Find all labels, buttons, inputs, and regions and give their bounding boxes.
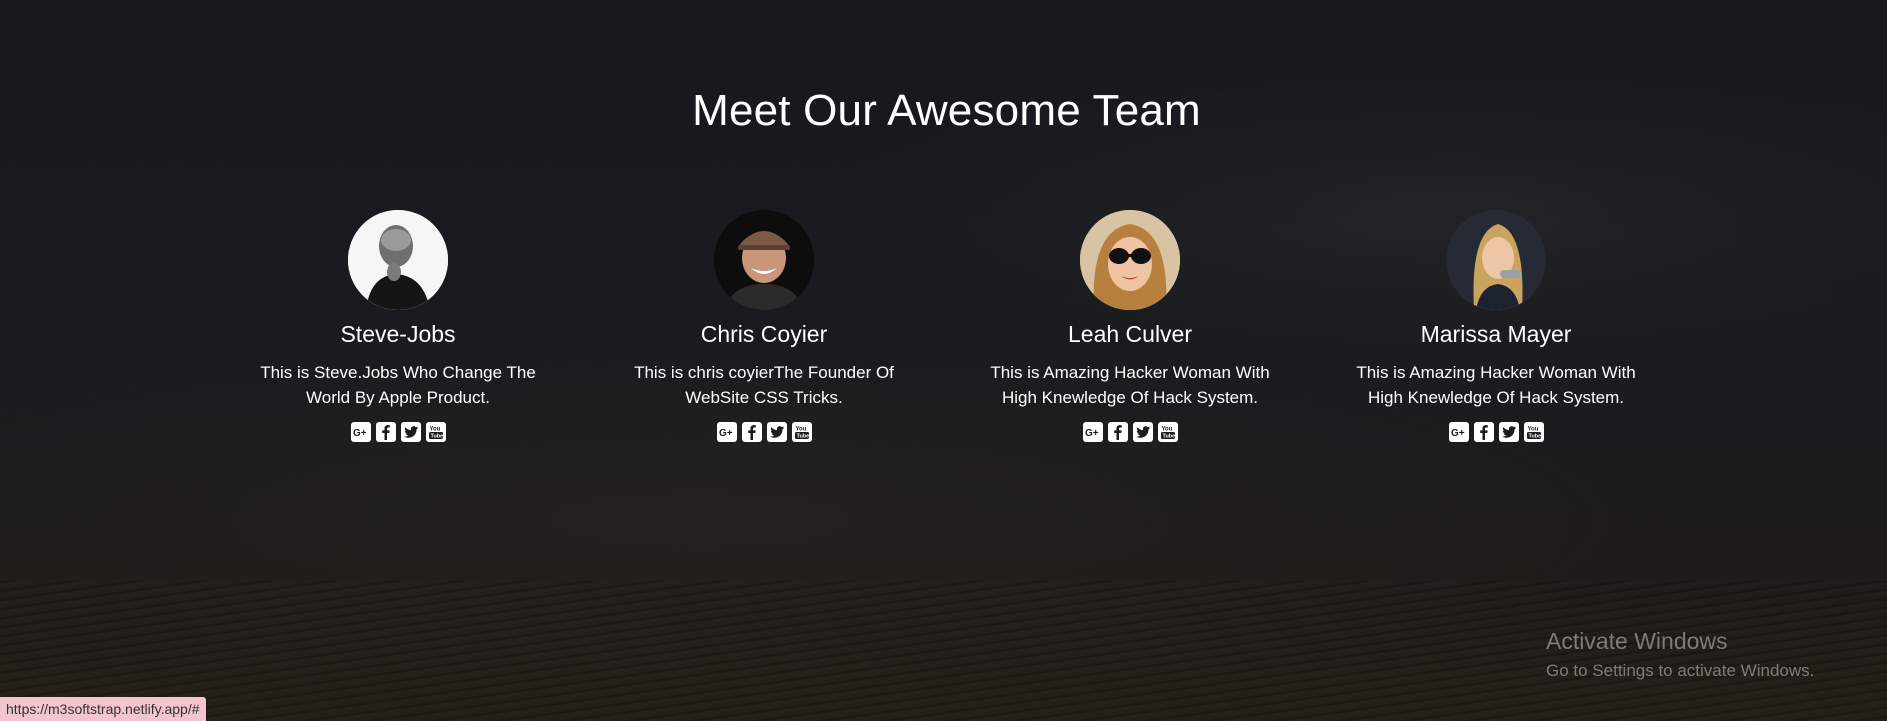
- member-description: This is chris coyierThe Founder Of WebSi…: [634, 363, 894, 407]
- team-card-steve-jobs: Steve-Jobs This is Steve.Jobs Who Change…: [238, 210, 558, 442]
- svg-text:G+: G+: [1085, 428, 1099, 439]
- svg-text:You: You: [1161, 427, 1172, 433]
- page-title: Meet Our Awesome Team: [692, 86, 1201, 135]
- social-links: G+ You Tube: [604, 422, 924, 442]
- svg-text:Tube: Tube: [430, 434, 443, 440]
- member-name: Steve-Jobs: [340, 321, 456, 347]
- social-links: G+ You Tube: [1336, 422, 1656, 442]
- youtube-icon[interactable]: You Tube: [1523, 422, 1544, 442]
- youtube-icon[interactable]: You Tube: [791, 422, 812, 442]
- social-links: G+ You Tube: [238, 422, 558, 442]
- team-card-marissa-mayer: Marissa Mayer This is Amazing Hacker Wom…: [1336, 210, 1656, 442]
- svg-text:You: You: [795, 427, 806, 433]
- svg-text:G+: G+: [719, 428, 733, 439]
- svg-text:G+: G+: [353, 428, 367, 439]
- watermark-subtitle: Go to Settings to activate Windows.: [1546, 661, 1815, 680]
- svg-text:Tube: Tube: [1528, 434, 1541, 440]
- svg-text:G+: G+: [1451, 428, 1465, 439]
- svg-text:Tube: Tube: [1162, 434, 1175, 440]
- avatar-steve-jobs: [348, 210, 448, 310]
- social-links: G+ You Tube: [970, 422, 1290, 442]
- link-status-bar: https://m3softstrap.netlify.app/#: [0, 697, 206, 721]
- member-name: Marissa Mayer: [1420, 321, 1572, 347]
- facebook-icon[interactable]: [1473, 422, 1494, 442]
- twitter-icon[interactable]: [1498, 422, 1519, 442]
- team-card-chris-coyier: Chris Coyier This is chris coyierThe Fou…: [604, 210, 924, 442]
- svg-text:Tube: Tube: [796, 434, 809, 440]
- facebook-icon[interactable]: [375, 422, 396, 442]
- svg-text:You: You: [1527, 427, 1538, 433]
- google-plus-icon[interactable]: G+: [1448, 422, 1469, 442]
- member-description: This is Amazing Hacker Woman With High K…: [1356, 363, 1636, 407]
- member-name: Chris Coyier: [700, 321, 828, 347]
- team-card-leah-culver: Leah Culver This is Amazing Hacker Woman…: [970, 210, 1290, 442]
- avatar-marissa-mayer: [1446, 210, 1546, 310]
- google-plus-icon[interactable]: G+: [1082, 422, 1103, 442]
- twitter-icon[interactable]: [400, 422, 421, 442]
- youtube-icon[interactable]: You Tube: [1157, 422, 1178, 442]
- avatar-leah-culver: [1080, 210, 1180, 310]
- watermark-title: Activate Windows: [1546, 628, 1728, 654]
- member-description: This is Steve.Jobs Who Change The World …: [260, 363, 536, 407]
- member-name: Leah Culver: [1067, 321, 1193, 347]
- youtube-icon[interactable]: You Tube: [425, 422, 446, 442]
- google-plus-icon[interactable]: G+: [350, 422, 371, 442]
- google-plus-icon[interactable]: G+: [716, 422, 737, 442]
- facebook-icon[interactable]: [741, 422, 762, 442]
- twitter-icon[interactable]: [1132, 422, 1153, 442]
- member-description: This is Amazing Hacker Woman With High K…: [990, 363, 1270, 407]
- twitter-icon[interactable]: [766, 422, 787, 442]
- avatar-chris-coyier: [714, 210, 814, 310]
- facebook-icon[interactable]: [1107, 422, 1128, 442]
- svg-text:You: You: [429, 427, 440, 433]
- activate-windows-watermark: Activate Windows Go to Settings to activ…: [1546, 628, 1814, 681]
